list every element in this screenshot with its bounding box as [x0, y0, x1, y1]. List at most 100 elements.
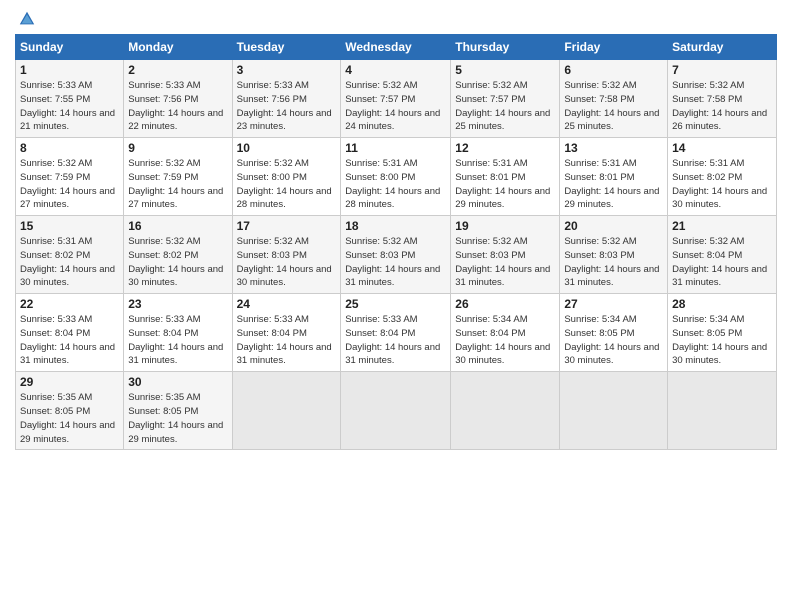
day-info: Sunrise: 5:31 AMSunset: 8:00 PMDaylight:…: [345, 158, 440, 210]
day-info: Sunrise: 5:32 AMSunset: 8:02 PMDaylight:…: [128, 236, 223, 288]
calendar-cell: 29 Sunrise: 5:35 AMSunset: 8:05 PMDayligh…: [16, 372, 124, 450]
weekday-tuesday: Tuesday: [232, 35, 341, 60]
day-number: 3: [237, 63, 337, 77]
calendar-cell: 30 Sunrise: 5:35 AMSunset: 8:05 PMDayligh…: [124, 372, 232, 450]
day-info: Sunrise: 5:31 AMSunset: 8:01 PMDaylight:…: [455, 158, 550, 210]
day-info: Sunrise: 5:31 AMSunset: 8:02 PMDaylight:…: [20, 236, 115, 288]
day-info: Sunrise: 5:33 AMSunset: 7:56 PMDaylight:…: [128, 80, 223, 132]
day-number: 17: [237, 219, 337, 233]
calendar-cell: 20Sunrise: 5:32 AMSunset: 8:03 PMDayligh…: [560, 216, 668, 294]
calendar-week-4: 22 Sunrise: 5:33 AMSunset: 8:04 PMDayligh…: [16, 294, 777, 372]
weekday-header-row: SundayMondayTuesdayWednesdayThursdayFrid…: [16, 35, 777, 60]
day-number: 22: [20, 297, 119, 311]
day-number: 16: [128, 219, 227, 233]
calendar-cell: 15 Sunrise: 5:31 AMSunset: 8:02 PMDayligh…: [16, 216, 124, 294]
weekday-wednesday: Wednesday: [341, 35, 451, 60]
day-info: Sunrise: 5:33 AMSunset: 8:04 PMDaylight:…: [128, 314, 223, 366]
day-info: Sunrise: 5:32 AMSunset: 7:57 PMDaylight:…: [455, 80, 550, 132]
calendar-cell: [560, 372, 668, 450]
calendar-cell: 24 Sunrise: 5:33 AMSunset: 8:04 PMDayligh…: [232, 294, 341, 372]
day-number: 24: [237, 297, 337, 311]
day-number: 11: [345, 141, 446, 155]
day-number: 1: [20, 63, 119, 77]
calendar-cell: 14 Sunrise: 5:31 AMSunset: 8:02 PMDayligh…: [668, 138, 777, 216]
calendar-cell: 2Sunrise: 5:33 AMSunset: 7:56 PMDaylight…: [124, 60, 232, 138]
day-number: 30: [128, 375, 227, 389]
calendar-table: SundayMondayTuesdayWednesdayThursdayFrid…: [15, 34, 777, 450]
day-number: 15: [20, 219, 119, 233]
calendar-cell: 9 Sunrise: 5:32 AMSunset: 7:59 PMDaylight…: [124, 138, 232, 216]
calendar-body: 1 Sunrise: 5:33 AMSunset: 7:55 PMDaylight…: [16, 60, 777, 450]
day-info: Sunrise: 5:31 AMSunset: 8:01 PMDaylight:…: [564, 158, 659, 210]
day-number: 9: [128, 141, 227, 155]
day-info: Sunrise: 5:32 AMSunset: 8:03 PMDaylight:…: [345, 236, 440, 288]
weekday-monday: Monday: [124, 35, 232, 60]
calendar-cell: 18Sunrise: 5:32 AMSunset: 8:03 PMDayligh…: [341, 216, 451, 294]
day-info: Sunrise: 5:32 AMSunset: 8:04 PMDaylight:…: [672, 236, 767, 288]
calendar-week-2: 8 Sunrise: 5:32 AMSunset: 7:59 PMDaylight…: [16, 138, 777, 216]
weekday-thursday: Thursday: [451, 35, 560, 60]
day-info: Sunrise: 5:31 AMSunset: 8:02 PMDaylight:…: [672, 158, 767, 210]
day-info: Sunrise: 5:34 AMSunset: 8:04 PMDaylight:…: [455, 314, 550, 366]
day-number: 8: [20, 141, 119, 155]
calendar-cell: 6 Sunrise: 5:32 AMSunset: 7:58 PMDaylight…: [560, 60, 668, 138]
calendar-cell: 10 Sunrise: 5:32 AMSunset: 8:00 PMDayligh…: [232, 138, 341, 216]
day-info: Sunrise: 5:33 AMSunset: 8:04 PMDaylight:…: [20, 314, 115, 366]
day-info: Sunrise: 5:32 AMSunset: 8:03 PMDaylight:…: [237, 236, 332, 288]
calendar-cell: 8Sunrise: 5:32 AMSunset: 7:59 PMDaylight…: [16, 138, 124, 216]
logo-icon: [18, 10, 36, 28]
day-info: Sunrise: 5:35 AMSunset: 8:05 PMDaylight:…: [20, 392, 115, 444]
calendar-cell: 4 Sunrise: 5:32 AMSunset: 7:57 PMDaylight…: [341, 60, 451, 138]
day-number: 7: [672, 63, 772, 77]
day-number: 19: [455, 219, 555, 233]
day-number: 14: [672, 141, 772, 155]
day-info: Sunrise: 5:32 AMSunset: 7:57 PMDaylight:…: [345, 80, 440, 132]
calendar-cell: 19 Sunrise: 5:32 AMSunset: 8:03 PMDayligh…: [451, 216, 560, 294]
day-info: Sunrise: 5:32 AMSunset: 7:58 PMDaylight:…: [672, 80, 767, 132]
header: [15, 10, 777, 28]
calendar-cell: [341, 372, 451, 450]
day-info: Sunrise: 5:32 AMSunset: 8:03 PMDaylight:…: [455, 236, 550, 288]
calendar-cell: 13Sunrise: 5:31 AMSunset: 8:01 PMDayligh…: [560, 138, 668, 216]
weekday-sunday: Sunday: [16, 35, 124, 60]
day-info: Sunrise: 5:35 AMSunset: 8:05 PMDaylight:…: [128, 392, 223, 444]
day-info: Sunrise: 5:34 AMSunset: 8:05 PMDaylight:…: [564, 314, 659, 366]
calendar-cell: [451, 372, 560, 450]
calendar-cell: [668, 372, 777, 450]
calendar-cell: 17 Sunrise: 5:32 AMSunset: 8:03 PMDayligh…: [232, 216, 341, 294]
day-number: 29: [20, 375, 119, 389]
day-info: Sunrise: 5:33 AMSunset: 7:55 PMDaylight:…: [20, 80, 115, 132]
day-number: 10: [237, 141, 337, 155]
day-number: 28: [672, 297, 772, 311]
day-number: 23: [128, 297, 227, 311]
day-info: Sunrise: 5:32 AMSunset: 8:00 PMDaylight:…: [237, 158, 332, 210]
calendar-week-1: 1 Sunrise: 5:33 AMSunset: 7:55 PMDaylight…: [16, 60, 777, 138]
day-number: 26: [455, 297, 555, 311]
weekday-saturday: Saturday: [668, 35, 777, 60]
day-number: 12: [455, 141, 555, 155]
calendar-cell: 28 Sunrise: 5:34 AMSunset: 8:05 PMDayligh…: [668, 294, 777, 372]
day-info: Sunrise: 5:33 AMSunset: 8:04 PMDaylight:…: [345, 314, 440, 366]
day-number: 4: [345, 63, 446, 77]
day-number: 25: [345, 297, 446, 311]
page: SundayMondayTuesdayWednesdayThursdayFrid…: [0, 0, 792, 612]
day-number: 20: [564, 219, 663, 233]
calendar-cell: 12 Sunrise: 5:31 AMSunset: 8:01 PMDayligh…: [451, 138, 560, 216]
day-number: 27: [564, 297, 663, 311]
day-info: Sunrise: 5:34 AMSunset: 8:05 PMDaylight:…: [672, 314, 767, 366]
calendar-cell: 22 Sunrise: 5:33 AMSunset: 8:04 PMDayligh…: [16, 294, 124, 372]
calendar-week-5: 29 Sunrise: 5:35 AMSunset: 8:05 PMDayligh…: [16, 372, 777, 450]
calendar-cell: 21 Sunrise: 5:32 AMSunset: 8:04 PMDayligh…: [668, 216, 777, 294]
calendar-cell: 23 Sunrise: 5:33 AMSunset: 8:04 PMDayligh…: [124, 294, 232, 372]
day-info: Sunrise: 5:32 AMSunset: 7:59 PMDaylight:…: [128, 158, 223, 210]
day-number: 6: [564, 63, 663, 77]
calendar-cell: 7 Sunrise: 5:32 AMSunset: 7:58 PMDaylight…: [668, 60, 777, 138]
day-info: Sunrise: 5:32 AMSunset: 7:58 PMDaylight:…: [564, 80, 659, 132]
calendar-cell: 27 Sunrise: 5:34 AMSunset: 8:05 PMDayligh…: [560, 294, 668, 372]
day-info: Sunrise: 5:33 AMSunset: 8:04 PMDaylight:…: [237, 314, 332, 366]
day-number: 21: [672, 219, 772, 233]
day-number: 5: [455, 63, 555, 77]
calendar-cell: 11 Sunrise: 5:31 AMSunset: 8:00 PMDayligh…: [341, 138, 451, 216]
calendar-cell: 26 Sunrise: 5:34 AMSunset: 8:04 PMDayligh…: [451, 294, 560, 372]
logo: [15, 10, 36, 28]
